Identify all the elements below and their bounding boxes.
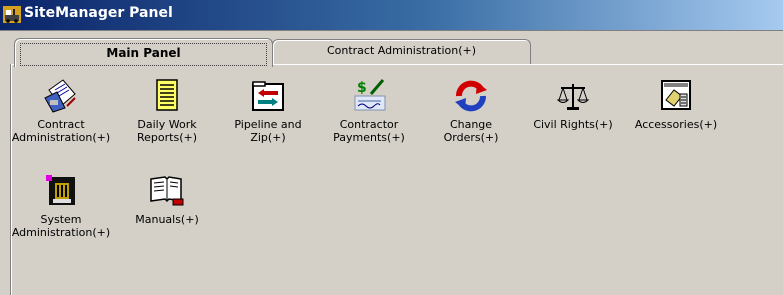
contract-document-icon (43, 78, 79, 114)
tab-label: Contract Administration(+) (326, 44, 477, 57)
contract-administration-button[interactable]: Contract Administration(+) (9, 78, 113, 144)
daily-work-reports-button[interactable]: Daily Work Reports(+) (115, 78, 219, 144)
svg-text:$: $ (357, 80, 367, 96)
refresh-arrows-icon (453, 78, 489, 114)
pipeline-and-zip-button[interactable]: Pipeline and Zip(+) (216, 78, 320, 144)
window-title: SiteManager Panel (24, 5, 173, 21)
notepad-icon (149, 78, 185, 114)
contractor-payments-button[interactable]: $ Contractor Payments(+) (317, 78, 421, 144)
system-administration-button[interactable]: System Administration(+) (9, 173, 113, 239)
manuals-button[interactable]: Manuals(+) (115, 173, 219, 226)
folder-arrows-icon (250, 78, 286, 114)
item-label: Manuals(+) (135, 213, 199, 226)
item-label: Daily Work Reports(+) (137, 118, 197, 144)
item-label: System Administration(+) (11, 213, 111, 239)
tab-contract-administration[interactable]: Contract Administration(+) (272, 39, 531, 65)
title-bar: SiteManager Panel (0, 0, 783, 31)
main-panel: Contract Administration(+) Daily Work Re… (11, 64, 783, 295)
accessories-icon (658, 78, 694, 114)
item-label: Change Orders(+) (443, 118, 499, 144)
civil-rights-button[interactable]: Civil Rights(+) (521, 78, 625, 131)
item-label: Pipeline and Zip(+) (234, 118, 302, 144)
accessories-button[interactable]: Accessories(+) (624, 78, 728, 131)
scales-icon (555, 78, 591, 114)
manual-book-icon (149, 173, 185, 209)
sitemanager-app-icon[interactable] (3, 6, 21, 23)
tab-main-panel[interactable]: Main Panel (14, 38, 273, 67)
item-label: Contractor Payments(+) (333, 118, 405, 144)
change-orders-button[interactable]: Change Orders(+) (419, 78, 523, 144)
tab-label: Main Panel (20, 43, 267, 66)
item-label: Contract Administration(+) (11, 118, 111, 144)
item-label: Civil Rights(+) (533, 118, 613, 131)
check-payment-icon: $ (351, 78, 387, 114)
system-admin-icon (43, 173, 79, 209)
item-label: Accessories(+) (634, 118, 718, 131)
